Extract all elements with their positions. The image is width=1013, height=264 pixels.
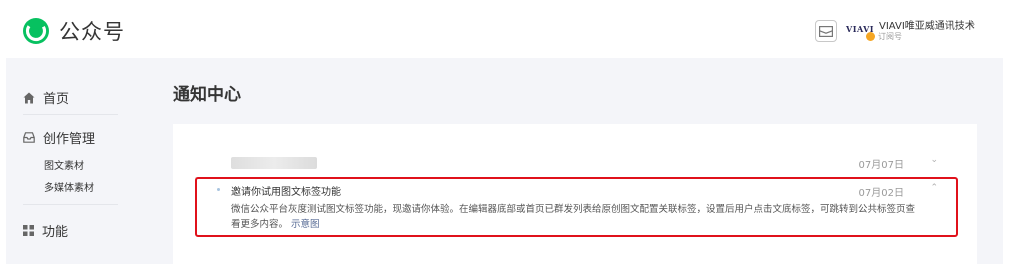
page-title: 通知中心 xyxy=(173,85,241,105)
app-name: 公众号 xyxy=(59,20,125,44)
sidebar-item-creation[interactable]: 创作管理 xyxy=(23,128,95,147)
mail-icon xyxy=(819,25,833,37)
notification-title-redacted xyxy=(231,157,317,169)
wechat-official-logo-icon xyxy=(23,18,49,44)
unread-dot-icon xyxy=(217,188,220,191)
sidebar-item-functions[interactable]: 功能 xyxy=(23,221,68,240)
sidebar-item-media[interactable]: 多媒体素材 xyxy=(44,179,94,194)
notification-date: 07月07日 xyxy=(858,160,904,171)
home-icon xyxy=(23,92,35,103)
sidebar-item-label: 功能 xyxy=(42,225,69,240)
sidebar-divider xyxy=(23,204,118,205)
sidebar-item-articles[interactable]: 图文素材 xyxy=(44,157,84,172)
grid-icon xyxy=(23,225,34,236)
sidebar-item-label: 创作管理 xyxy=(43,132,96,147)
notification-body-text: 微信公众平台灰度测试图文标签功能，现邀请你体验。在编辑器底部或首页已群发列表给原… xyxy=(231,204,916,230)
notification-date: 07月02日 xyxy=(858,188,904,199)
top-header: 公众号 VIAVI VIAVI唯亚威通讯技术 订阅号 ⌄ xyxy=(0,0,1013,58)
notification-body: 微信公众平台灰度测试图文标签功能，现邀请你体验。在编辑器底部或首页已群发列表给原… xyxy=(231,202,915,232)
chevron-up-icon[interactable]: ⌃ xyxy=(930,183,938,193)
diagram-link[interactable]: 示意图 xyxy=(291,219,320,230)
sidebar-item-label: 首页 xyxy=(43,92,70,107)
inbox-icon xyxy=(23,132,35,143)
sidebar-divider xyxy=(23,114,118,115)
chevron-down-icon[interactable]: ⌄ xyxy=(930,155,938,165)
notification-title[interactable]: 邀请你试用图文标签功能 xyxy=(231,183,341,198)
notification-item[interactable]: 07月07日 ⌄ xyxy=(195,150,952,178)
notification-item-expanded[interactable]: 邀请你试用图文标签功能 07月02日 ⌃ 微信公众平台灰度测试图文标签功能，现邀… xyxy=(195,178,952,237)
account-name[interactable]: VIAVI唯亚威通讯技术 xyxy=(879,17,975,32)
account-type-label: 订阅号 xyxy=(878,32,902,41)
account-type: 订阅号 xyxy=(866,31,902,42)
app-logo[interactable]: 公众号 xyxy=(22,16,125,46)
subscription-badge-icon xyxy=(866,32,875,41)
message-button[interactable] xyxy=(815,20,837,42)
sidebar-item-home[interactable]: 首页 xyxy=(23,88,69,107)
chevron-down-icon[interactable]: ⌄ xyxy=(969,19,977,29)
sidebar: 首页 创作管理 图文素材 多媒体素材 功能 xyxy=(6,58,135,264)
